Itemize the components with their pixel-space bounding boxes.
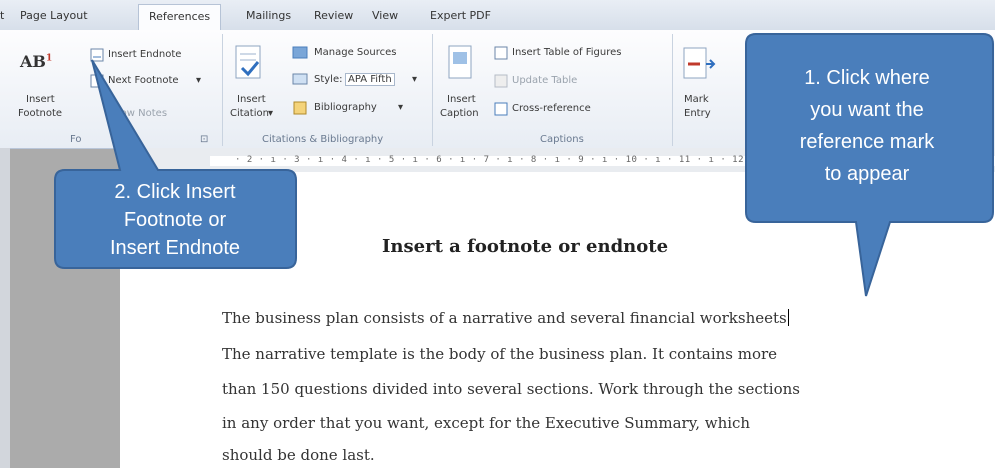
callout-step2-line3: Insert Endnote — [110, 237, 240, 259]
callout-step2-line1: 2. Click Insert — [114, 181, 236, 203]
callout-step1-line1: 1. Click where — [804, 67, 930, 89]
callout-step1-line3: reference mark — [800, 131, 935, 153]
callout-step1-line4: to appear — [825, 163, 910, 185]
annotation-overlay: 1. Click where you want the reference ma… — [54, 33, 994, 297]
callout-step2-line2: Footnote or — [124, 209, 227, 231]
callout-step1-line2: you want the — [810, 99, 923, 121]
